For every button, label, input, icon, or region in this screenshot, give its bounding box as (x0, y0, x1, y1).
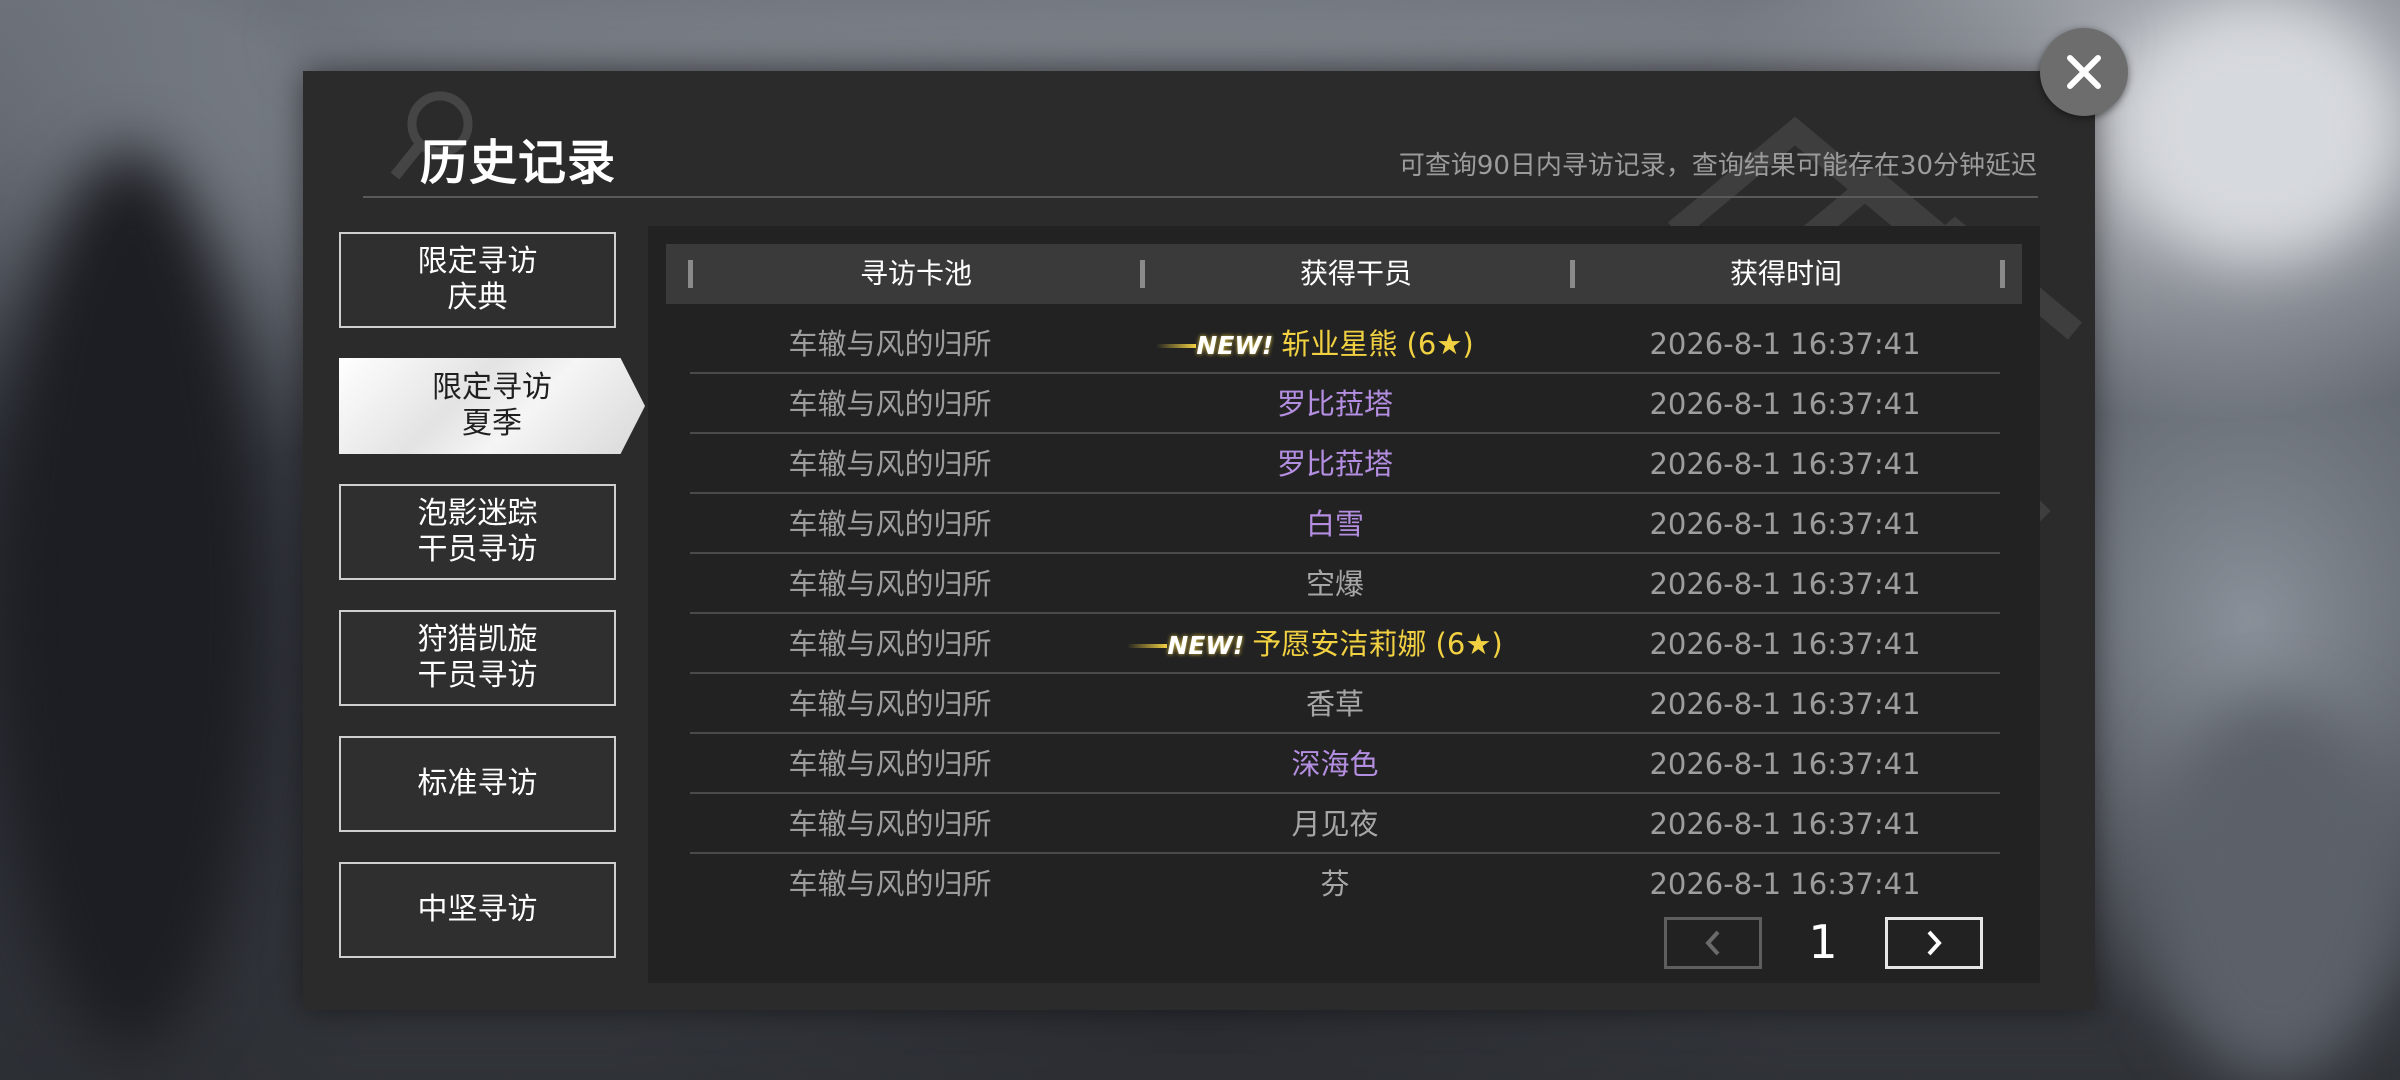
sidebar-item-label: 中坚寻访 (417, 892, 538, 927)
pool-cell: 车辙与风的归所 (788, 687, 992, 721)
column-header-pool: 寻访卡池 (859, 257, 972, 290)
pool-cell: 车辙与风的归所 (788, 387, 992, 421)
table-row: 车辙与风的归所 白雪 2026-8-1 16:37:41 (690, 494, 2000, 554)
operator-name: 空爆 (1305, 567, 1364, 601)
table-row: 车辙与风的归所 空爆 2026-8-1 16:37:41 (690, 554, 2000, 614)
operator-name: 斩业星熊 (6★) (1281, 327, 1474, 361)
table-row: 车辙与风的归所 香草 2026-8-1 16:37:41 (690, 674, 2000, 734)
title-divider (363, 196, 2038, 198)
chevron-right-icon (1927, 930, 1942, 956)
pool-cell: 车辙与风的归所 (788, 807, 992, 841)
sidebar-item-label: 狩猎凯旋 干员寻访 (417, 622, 538, 693)
new-badge: NEW! (1156, 316, 1273, 376)
pool-cell: 车辙与风的归所 (788, 447, 992, 481)
operator-name: 芬 (1320, 867, 1350, 901)
time-cell: 2026-8-1 16:37:41 (1649, 447, 1921, 481)
time-cell: 2026-8-1 16:37:41 (1649, 387, 1921, 421)
next-page-button[interactable] (1885, 917, 1983, 969)
new-badge: NEW! (1127, 616, 1244, 676)
table-row: 车辙与风的归所 NEW! 予愿安洁莉娜 (6★) 2026-8-1 16:37:41 (690, 614, 2000, 674)
sidebar-item-standard[interactable]: 标准寻访 (339, 736, 616, 832)
operator-cell: 罗比菈塔 (1110, 434, 1560, 494)
operator-cell: 白雪 (1110, 494, 1560, 554)
operator-name: 白雪 (1305, 507, 1364, 541)
close-button[interactable] (2040, 28, 2128, 116)
table-row: 车辙与风的归所 芬 2026-8-1 16:37:41 (690, 854, 2000, 914)
prev-page-button[interactable] (1664, 917, 1762, 969)
history-dialog: 历史记录 可查询90日内寻访记录，查询结果可能存在30分钟延迟 限定寻访 庆典 … (303, 71, 2095, 1010)
operator-name: 罗比菈塔 (1276, 387, 1393, 421)
page-title: 历史记录 (420, 135, 617, 191)
operator-name: 香草 (1305, 687, 1364, 721)
time-cell: 2026-8-1 16:37:41 (1649, 867, 1921, 901)
operator-name: 月见夜 (1291, 807, 1379, 841)
operator-name: 深海色 (1291, 747, 1379, 781)
pool-cell: 车辙与风的归所 (788, 567, 992, 601)
page-number: 1 (1808, 915, 1838, 969)
pool-cell: 车辙与风的归所 (788, 327, 992, 361)
sidebar-item-label: 限定寻访 夏季 (432, 370, 552, 441)
column-header-operator: 获得干员 (1299, 257, 1412, 290)
sidebar-item-label: 限定寻访 庆典 (417, 244, 538, 315)
time-cell: 2026-8-1 16:37:41 (1649, 627, 1921, 661)
close-icon (2067, 55, 2101, 89)
sidebar-item-hunting-triumph[interactable]: 狩猎凯旋 干员寻访 (339, 610, 616, 706)
history-table-panel: 寻访卡池 获得干员 获得时间 车辙与风的归所 NEW! 斩业星熊 (6★) 2026-… (648, 226, 2040, 983)
table-row: 车辙与风的归所 罗比菈塔 2026-8-1 16:37:41 (690, 374, 2000, 434)
operator-cell: 空爆 (1110, 554, 1560, 614)
time-cell: 2026-8-1 16:37:41 (1649, 747, 1921, 781)
pool-cell: 车辙与风的归所 (788, 747, 992, 781)
table-header: 寻访卡池 获得干员 获得时间 (666, 244, 2022, 304)
time-cell: 2026-8-1 16:37:41 (1649, 567, 1921, 601)
pool-cell: 车辙与风的归所 (788, 627, 992, 661)
table-row: 车辙与风的归所 NEW! 斩业星熊 (6★) 2026-8-1 16:37:41 (690, 314, 2000, 374)
sidebar-item-label: 标准寻访 (417, 766, 538, 801)
operator-cell: NEW! 予愿安洁莉娜 (6★) (1110, 614, 1560, 674)
operator-cell: NEW! 斩业星熊 (6★) (1110, 314, 1560, 374)
column-header-time: 获得时间 (1729, 257, 1842, 290)
table-row: 车辙与风的归所 罗比菈塔 2026-8-1 16:37:41 (690, 434, 2000, 494)
operator-cell: 芬 (1110, 854, 1560, 914)
time-cell: 2026-8-1 16:37:41 (1649, 687, 1921, 721)
operator-cell: 月见夜 (1110, 794, 1560, 854)
sidebar-item-label: 泡影迷踪 干员寻访 (417, 496, 538, 567)
operator-cell: 香草 (1110, 674, 1560, 734)
operator-cell: 罗比菈塔 (1110, 374, 1560, 434)
time-cell: 2026-8-1 16:37:41 (1649, 507, 1921, 541)
query-notice: 可查询90日内寻访记录，查询结果可能存在30分钟延迟 (1398, 151, 2037, 181)
sidebar-item-limited-celebration[interactable]: 限定寻访 庆典 (339, 232, 616, 328)
sidebar-item-limited-summer[interactable]: 限定寻访 夏季 (339, 358, 645, 454)
time-cell: 2026-8-1 16:37:41 (1649, 327, 1921, 361)
sidebar-item-bubble-trace[interactable]: 泡影迷踪 干员寻访 (339, 484, 616, 580)
operator-name: 予愿安洁莉娜 (6★) (1252, 627, 1503, 661)
sidebar-item-kernel[interactable]: 中坚寻访 (339, 862, 616, 958)
chevron-left-icon (1705, 930, 1720, 956)
pool-cell: 车辙与风的归所 (788, 867, 992, 901)
table-row: 车辙与风的归所 月见夜 2026-8-1 16:37:41 (690, 794, 2000, 854)
operator-name: 罗比菈塔 (1276, 447, 1393, 481)
operator-cell: 深海色 (1110, 734, 1560, 794)
table-row: 车辙与风的归所 深海色 2026-8-1 16:37:41 (690, 734, 2000, 794)
time-cell: 2026-8-1 16:37:41 (1649, 807, 1921, 841)
pool-cell: 车辙与风的归所 (788, 507, 992, 541)
